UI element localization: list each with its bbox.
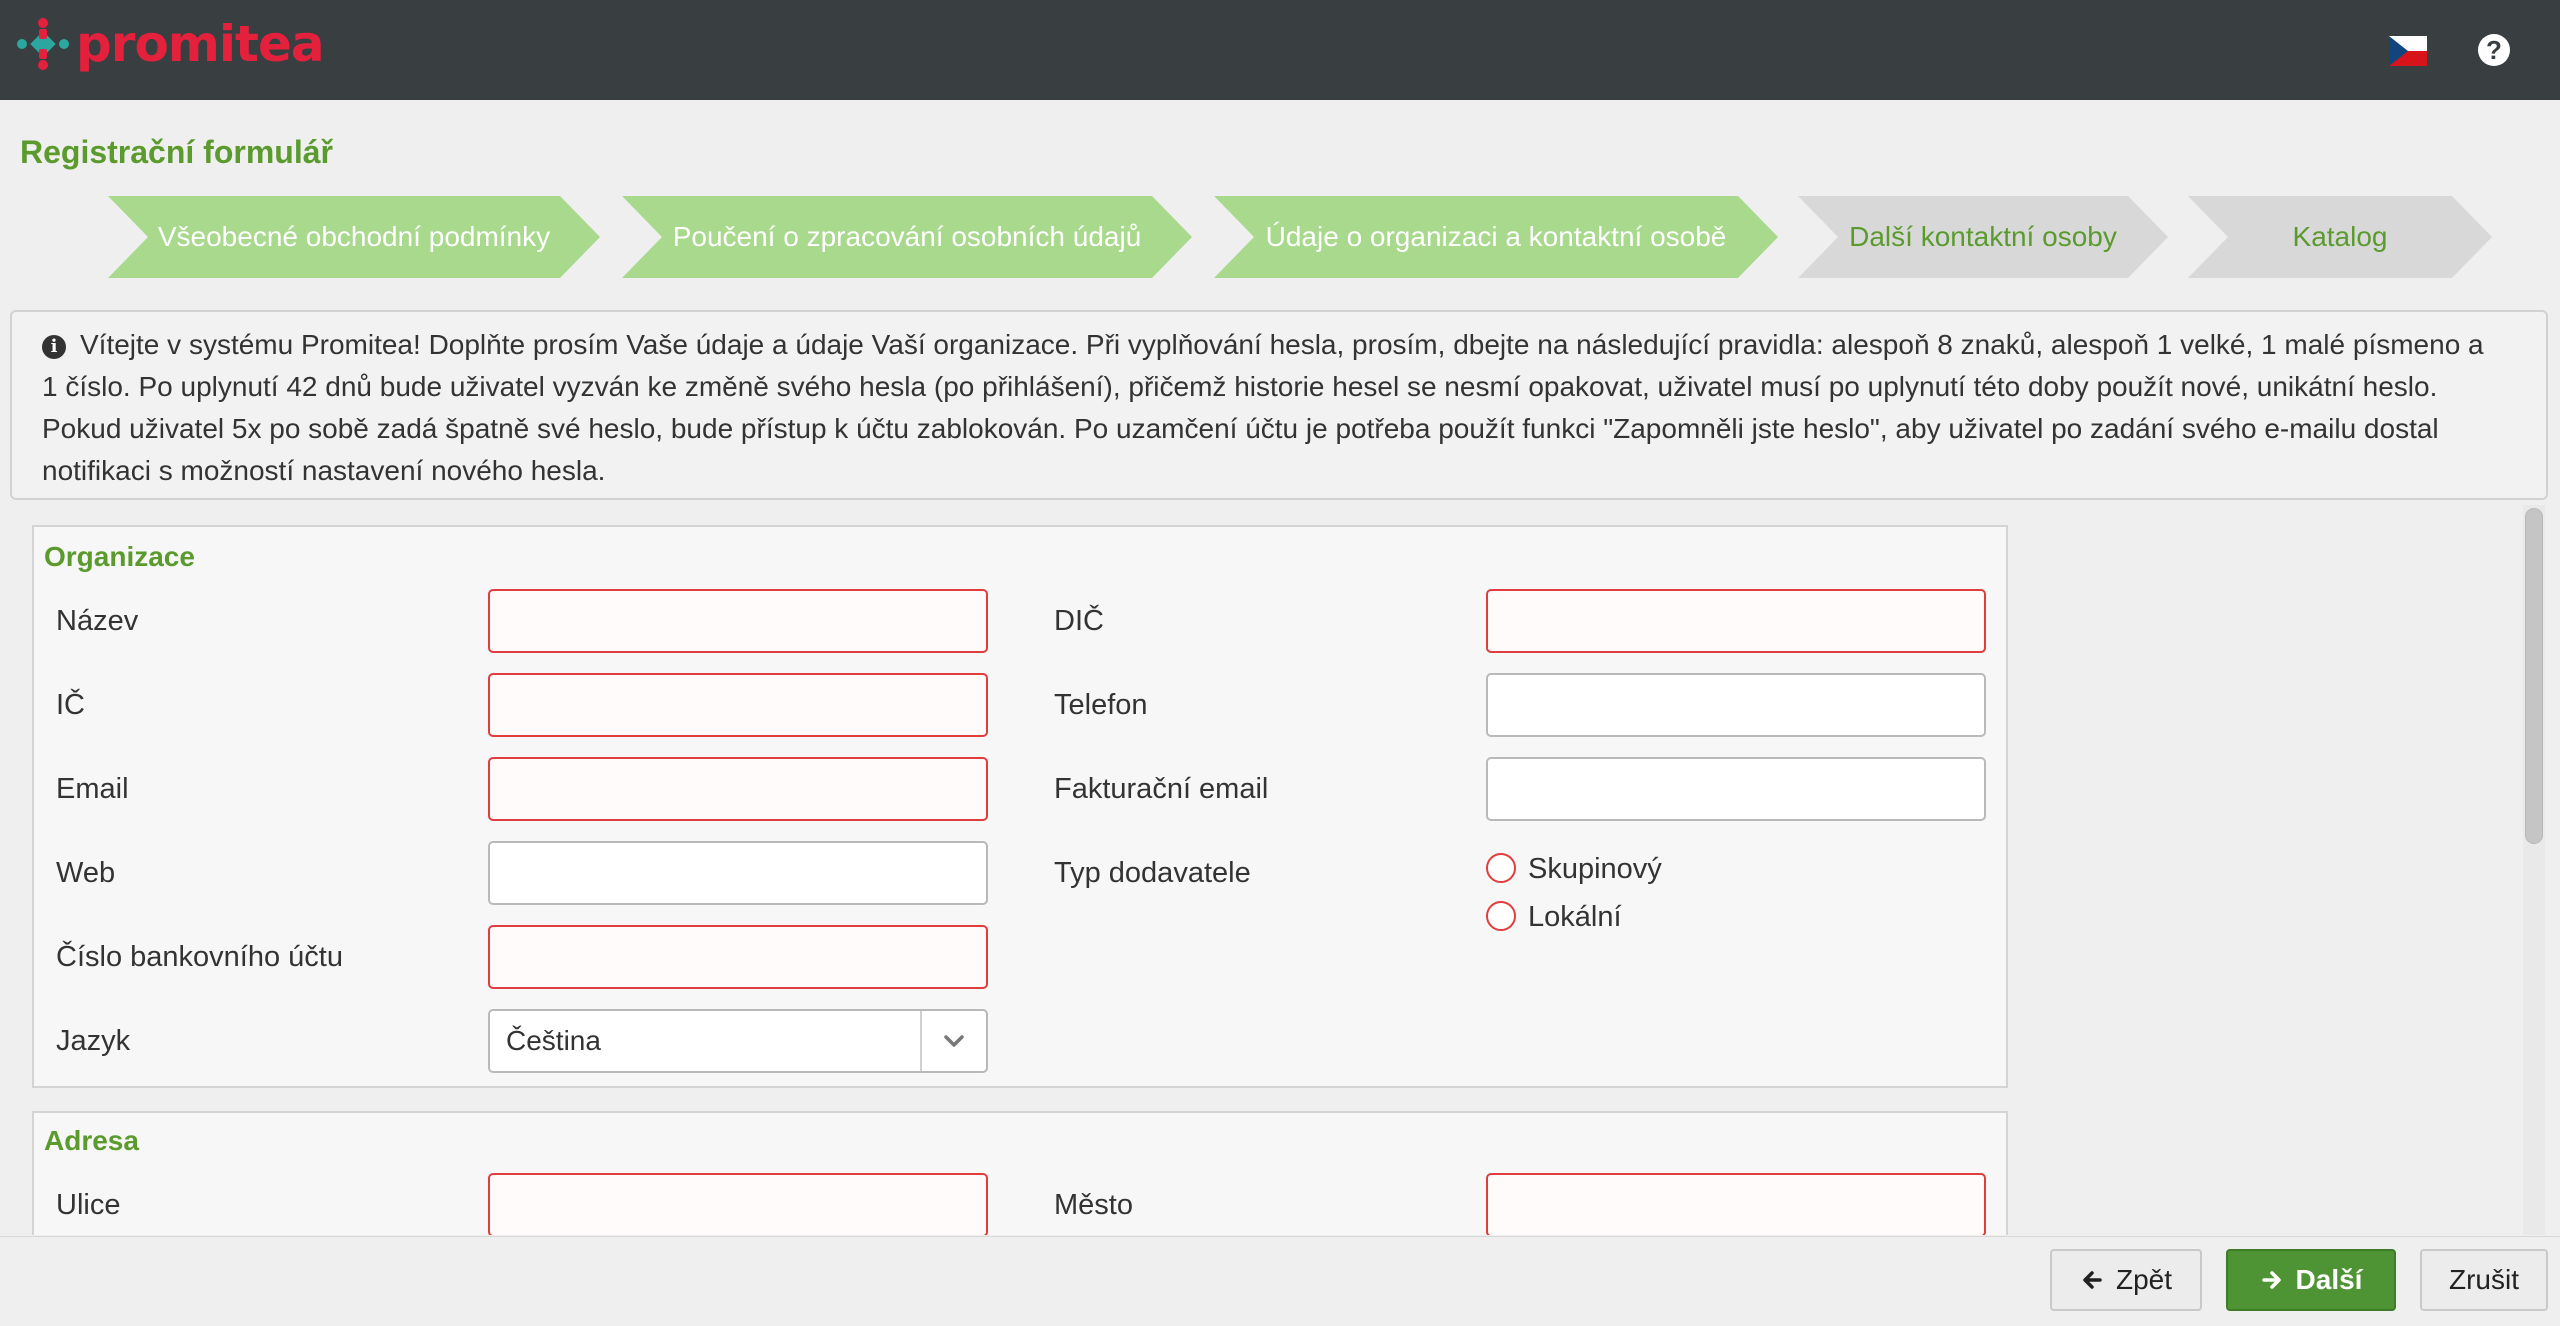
phone-label: Telefon (1054, 689, 1148, 721)
street-label: Ulice (56, 1189, 121, 1221)
next-button-label: Další (2295, 1264, 2363, 1295)
email-label: Email (56, 773, 129, 805)
cancel-button[interactable]: Zrušit (2420, 1249, 2548, 1311)
dic-label: DIČ (1054, 605, 1104, 637)
arrow-left-icon (2083, 1271, 2102, 1289)
info-icon: i (42, 335, 66, 359)
help-icon[interactable]: ? (2478, 34, 2510, 66)
billing-email-label: Fakturační email (1054, 773, 1269, 805)
wizard-step-contacts[interactable]: Další kontaktní osoby (1798, 196, 2168, 278)
phone-input[interactable] (1486, 673, 1986, 737)
wizard-step-terms[interactable]: Všeobecné obchodní podmínky (108, 196, 600, 278)
bank-account-label: Číslo bankovního účtu (56, 941, 343, 973)
czech-flag-icon[interactable] (2389, 36, 2427, 66)
supplier-type-local-label[interactable]: Lokální (1528, 901, 1622, 934)
wizard-step-catalog[interactable]: Katalog (2188, 196, 2492, 278)
back-button[interactable]: Zpět (2050, 1249, 2202, 1311)
city-input[interactable] (1486, 1173, 1986, 1235)
street-input[interactable] (488, 1173, 988, 1235)
supplier-type-group-radio[interactable] (1486, 853, 1516, 883)
info-box: i Vítejte v systému Promitea! Doplňte pro… (10, 310, 2548, 500)
language-select[interactable]: Čeština (488, 1009, 988, 1073)
panel-title: Adresa (44, 1125, 139, 1156)
wizard-step-label: Všeobecné obchodní podmínky (157, 221, 551, 252)
panel-title: Organizace (44, 541, 195, 572)
wizard-step-label: Další kontaktní osoby (1849, 221, 2117, 252)
brand-name: promitea (76, 15, 325, 73)
next-button[interactable]: Další (2226, 1249, 2396, 1311)
wizard-step-label: Poučení o zpracování osobních údajů (672, 221, 1142, 252)
language-label: Jazyk (56, 1025, 131, 1057)
name-label: Název (56, 605, 139, 637)
organization-panel: Organizace Název IČ Email Web Číslo bank… (32, 525, 2008, 1088)
info-text: Vítejte v systému Promitea! Doplňte pros… (42, 329, 2484, 486)
language-select-value: Čeština (506, 1025, 601, 1056)
wizard-step-organization[interactable]: Údaje o organizaci a kontaktní osobě (1214, 196, 1778, 278)
top-bar: promitea ? (0, 0, 2560, 100)
city-label: Město (1054, 1189, 1133, 1221)
billing-email-input[interactable] (1486, 757, 1986, 821)
cancel-button-label: Zrušit (2449, 1264, 2519, 1295)
page-title: Registrační formulář (20, 134, 333, 170)
dic-input[interactable] (1486, 589, 1986, 653)
wizard-step-label: Údaje o organizaci a kontaktní osobě (1265, 221, 1727, 252)
name-input[interactable] (488, 589, 988, 653)
address-panel: Adresa Ulice Město (32, 1111, 2008, 1235)
form-scroll-area[interactable]: Organizace Název IČ Email Web Číslo bank… (0, 505, 2560, 1235)
web-label: Web (56, 857, 116, 889)
wizard-step-label: Katalog (2292, 221, 2388, 252)
promitea-logo-icon (17, 18, 69, 70)
web-input[interactable] (488, 841, 988, 905)
chevron-down-icon[interactable] (920, 1011, 986, 1071)
bank-account-input[interactable] (488, 925, 988, 989)
wizard-step-privacy[interactable]: Poučení o zpracování osobních údajů (622, 196, 1192, 278)
supplier-type-local-radio[interactable] (1486, 901, 1516, 931)
supplier-type-group-label[interactable]: Skupinový (1528, 853, 1662, 886)
wizard-steps: Všeobecné obchodní podmínky Poučení o zp… (0, 196, 2560, 282)
logo[interactable]: promitea (12, 14, 325, 74)
supplier-type-label: Typ dodavatele (1054, 857, 1251, 889)
back-button-label: Zpět (2115, 1264, 2173, 1295)
ic-label: IČ (56, 689, 85, 721)
email-input[interactable] (488, 757, 988, 821)
scrollbar-thumb[interactable] (2525, 508, 2543, 844)
arrow-right-icon (2261, 1271, 2281, 1289)
ic-input[interactable] (488, 673, 988, 737)
